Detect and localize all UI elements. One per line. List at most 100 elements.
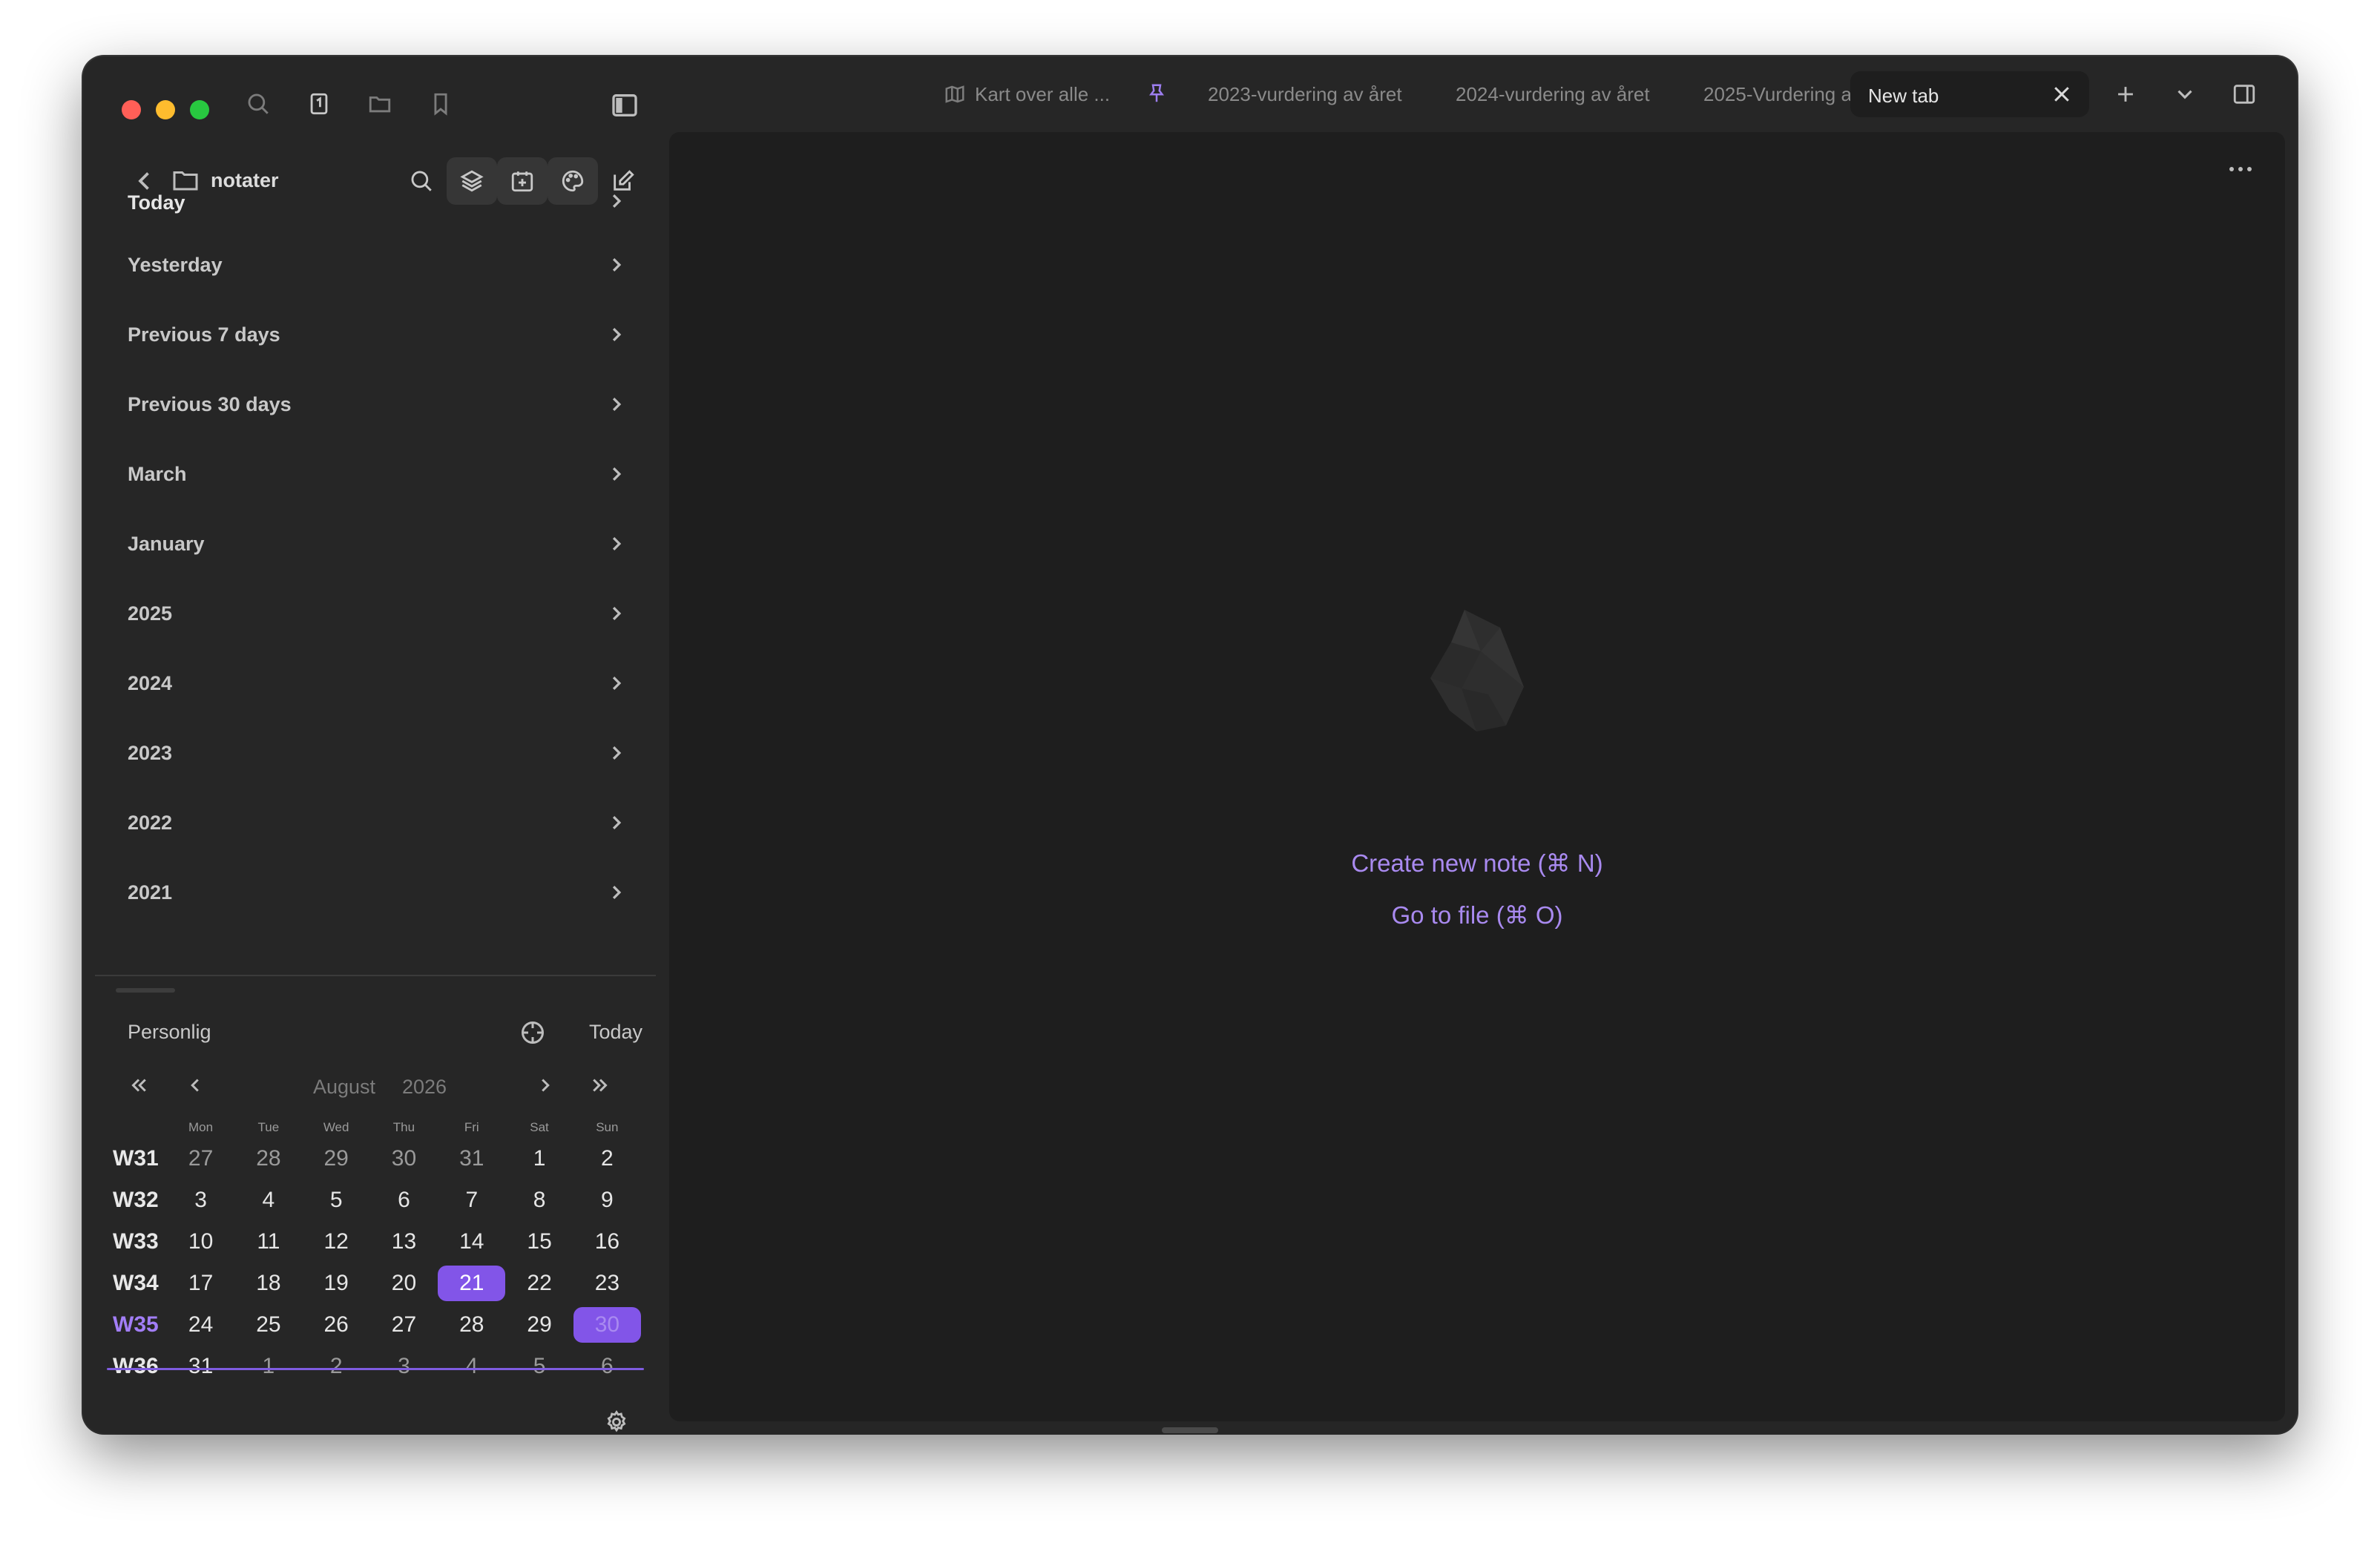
tab-new-tab[interactable]: New tab xyxy=(1850,71,2089,117)
next-year-icon[interactable] xyxy=(589,1074,611,1096)
calendar-day[interactable]: 8 xyxy=(505,1182,573,1218)
more-options-icon[interactable] xyxy=(2226,162,2255,177)
group-item-previous-30-days[interactable]: Previous 30 days xyxy=(95,369,656,439)
plus-icon[interactable] xyxy=(2113,82,2138,107)
calendar-day[interactable]: 19 xyxy=(303,1266,370,1301)
calendar-day[interactable]: 29 xyxy=(303,1141,370,1177)
previous-month-icon[interactable] xyxy=(184,1074,206,1096)
calendar-day[interactable]: 4 xyxy=(438,1349,505,1384)
calendar-day-today[interactable]: 21 xyxy=(438,1266,506,1301)
weekday-label: Tue xyxy=(257,1120,280,1134)
calendar-month[interactable]: August xyxy=(313,1076,375,1099)
calendar-day[interactable]: 3 xyxy=(167,1182,234,1218)
group-item-previous-7-days[interactable]: Previous 7 days xyxy=(95,300,656,369)
group-item-2022[interactable]: 2022 xyxy=(95,788,656,858)
crosshair-icon[interactable] xyxy=(519,1019,546,1046)
calendar-day[interactable]: 1 xyxy=(505,1141,573,1177)
group-item-yesterday[interactable]: Yesterday xyxy=(95,230,656,300)
right-sidebar-toggle-icon[interactable] xyxy=(2232,82,2257,107)
calendar-day[interactable]: 26 xyxy=(303,1307,370,1343)
calendar-day[interactable]: 13 xyxy=(370,1224,438,1260)
bottom-resize-handle[interactable] xyxy=(1162,1427,1218,1433)
folder-name: notater xyxy=(211,169,279,191)
back-chevron-icon[interactable] xyxy=(134,168,156,194)
group-label: 2024 xyxy=(128,671,173,694)
calendar-day[interactable]: 30 xyxy=(370,1141,438,1177)
calendar-day[interactable]: 1 xyxy=(234,1349,302,1384)
group-item-2025[interactable]: 2025 xyxy=(95,579,656,648)
bookmark-icon[interactable] xyxy=(426,89,456,119)
zoom-window-button[interactable] xyxy=(190,100,209,119)
tab-2024-vurdering[interactable]: 2024-vurdering av året xyxy=(1456,83,1650,106)
group-label: 2023 xyxy=(128,741,173,764)
resize-handle[interactable] xyxy=(116,988,175,993)
calendar-day[interactable]: 7 xyxy=(438,1182,505,1218)
calendar-day[interactable]: 27 xyxy=(370,1307,438,1343)
calendar-day[interactable]: 29 xyxy=(505,1307,573,1343)
calendar-day[interactable]: 2 xyxy=(303,1349,370,1384)
calendar-day[interactable]: 9 xyxy=(573,1182,641,1218)
previous-year-icon[interactable] xyxy=(128,1074,150,1096)
calendar-day[interactable]: 6 xyxy=(573,1349,641,1384)
gear-icon[interactable] xyxy=(604,1409,629,1433)
calendar-day[interactable]: 5 xyxy=(505,1349,573,1384)
search-icon[interactable] xyxy=(243,89,273,119)
calendar-day[interactable]: 28 xyxy=(438,1307,505,1343)
calendar-day[interactable]: 12 xyxy=(303,1224,370,1260)
week-number-current[interactable]: W35 xyxy=(110,1312,167,1338)
create-new-note-link[interactable]: Create new note (⌘ N) xyxy=(669,849,2285,878)
calendar-day[interactable]: 27 xyxy=(167,1141,234,1177)
close-window-button[interactable] xyxy=(122,100,141,119)
calendar-day[interactable]: 4 xyxy=(234,1182,302,1218)
close-icon[interactable] xyxy=(2051,83,2073,105)
tab-2023-vurdering[interactable]: 2023-vurdering av året xyxy=(1208,83,1402,106)
calendar-day[interactable]: 25 xyxy=(234,1307,302,1343)
calendar-day[interactable]: 10 xyxy=(167,1224,234,1260)
tab-kart-over-alle[interactable]: Kart over alle ... xyxy=(975,83,1110,106)
calendar-day[interactable]: 24 xyxy=(167,1307,234,1343)
calendar-note-icon[interactable] xyxy=(304,89,334,119)
calendar-day[interactable]: 15 xyxy=(505,1224,573,1260)
sidebar-top-bar xyxy=(95,68,656,151)
group-item-2024[interactable]: 2024 xyxy=(95,648,656,718)
week-number[interactable]: W33 xyxy=(110,1229,167,1254)
next-month-icon[interactable] xyxy=(534,1074,556,1096)
calendar-day[interactable]: 6 xyxy=(370,1182,438,1218)
calendar-day[interactable]: 22 xyxy=(505,1266,573,1301)
calendar-today-button[interactable]: Today xyxy=(589,1021,642,1044)
minimize-window-button[interactable] xyxy=(156,100,175,119)
calendar-day[interactable]: 28 xyxy=(234,1141,302,1177)
calendar-day[interactable]: 16 xyxy=(573,1224,641,1260)
calendar-day[interactable]: 11 xyxy=(234,1224,302,1260)
folder-icon[interactable] xyxy=(365,89,395,119)
week-number[interactable]: W32 xyxy=(110,1188,167,1213)
group-label: Today xyxy=(128,191,185,214)
group-label: March xyxy=(128,462,187,485)
calendar-day[interactable]: 23 xyxy=(573,1266,641,1301)
week-number[interactable]: W36 xyxy=(110,1354,167,1379)
group-item-today[interactable]: Today xyxy=(95,191,656,230)
calendar-day[interactable]: 31 xyxy=(167,1349,234,1384)
calendar-day-selected[interactable]: 30 xyxy=(573,1307,642,1343)
group-item-march[interactable]: March xyxy=(95,439,656,509)
calendar-day[interactable]: 5 xyxy=(303,1182,370,1218)
chevron-down-icon[interactable] xyxy=(2172,82,2197,107)
go-to-file-link[interactable]: Go to file (⌘ O) xyxy=(669,901,2285,930)
group-item-2023[interactable]: 2023 xyxy=(95,718,656,788)
calendar-day[interactable]: 18 xyxy=(234,1266,302,1301)
week-number[interactable]: W34 xyxy=(110,1271,167,1296)
calendar-day[interactable]: 31 xyxy=(438,1141,505,1177)
obsidian-logo-icon xyxy=(1429,607,1525,733)
folder-icon xyxy=(172,168,199,193)
group-item-january[interactable]: January xyxy=(95,509,656,579)
calendar-year[interactable]: 2026 xyxy=(402,1076,447,1099)
group-item-2021[interactable]: 2021 xyxy=(95,858,656,927)
calendar-day[interactable]: 14 xyxy=(438,1224,505,1260)
calendar-day[interactable]: 17 xyxy=(167,1266,234,1301)
calendar-day[interactable]: 20 xyxy=(370,1266,438,1301)
calendar-day[interactable]: 3 xyxy=(370,1349,438,1384)
calendar-day[interactable]: 2 xyxy=(573,1141,641,1177)
week-number[interactable]: W31 xyxy=(110,1146,167,1171)
pin-icon[interactable] xyxy=(1145,82,1168,105)
sidebar-toggle-icon[interactable] xyxy=(610,91,640,120)
